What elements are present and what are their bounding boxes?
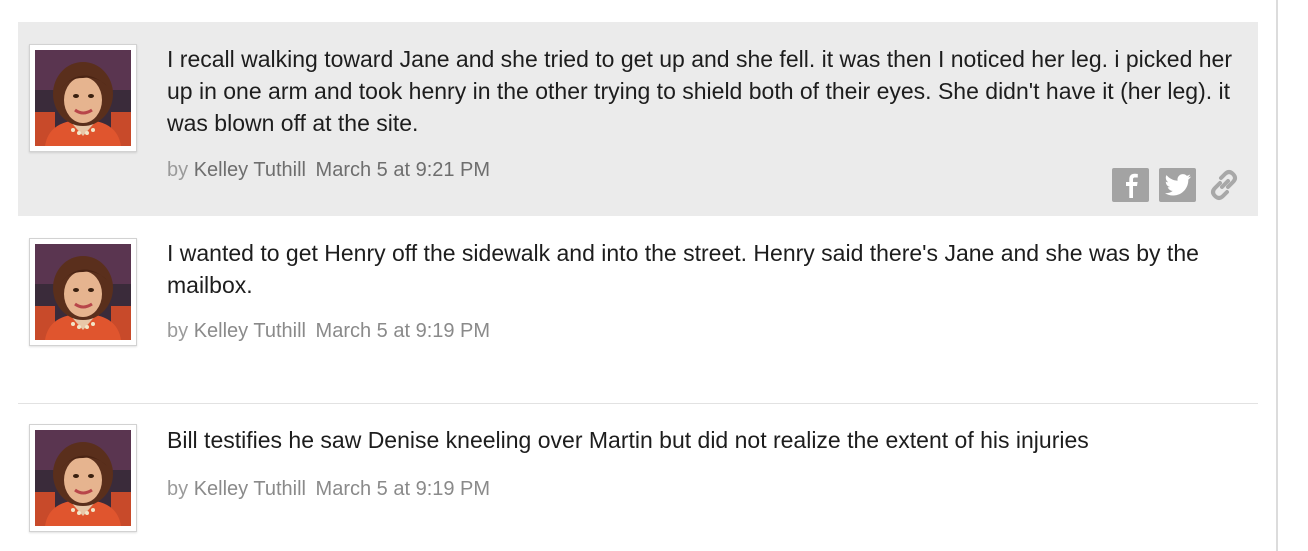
- author-avatar[interactable]: [29, 424, 137, 532]
- right-divider: [1276, 0, 1278, 551]
- post-text: I recall walking toward Jane and she tri…: [167, 46, 1233, 136]
- live-blog-feed: I recall walking toward Jane and she tri…: [0, 0, 1308, 551]
- author-name[interactable]: Kelley Tuthill: [194, 159, 306, 181]
- facebook-icon: [1125, 173, 1138, 198]
- author-photo: [35, 430, 131, 526]
- author-avatar[interactable]: [29, 44, 137, 152]
- post-timestamp: March 5 at 9:19 PM: [315, 320, 491, 342]
- author-name[interactable]: Kelley Tuthill: [194, 478, 306, 500]
- byline-prefix: by: [167, 478, 189, 500]
- author-name[interactable]: Kelley Tuthill: [194, 320, 306, 342]
- post-byline: by Kelley Tuthill March 5 at 9:19 PM: [167, 320, 490, 343]
- post-text: I wanted to get Henry off the sidewalk a…: [167, 240, 1199, 298]
- post-timestamp: March 5 at 9:21 PM: [315, 159, 491, 181]
- facebook-share-button[interactable]: [1112, 168, 1149, 202]
- blog-post: I recall walking toward Jane and she tri…: [18, 22, 1258, 216]
- post-byline: by Kelley Tuthill March 5 at 9:19 PM: [167, 478, 490, 501]
- author-photo: [35, 244, 131, 340]
- link-icon: [1211, 170, 1237, 200]
- twitter-icon: [1164, 174, 1191, 196]
- author-avatar[interactable]: [29, 238, 137, 346]
- blog-post: I wanted to get Henry off the sidewalk a…: [18, 216, 1258, 402]
- blog-post: Bill testifies he saw Denise kneeling ov…: [18, 403, 1258, 551]
- author-photo: [35, 50, 131, 146]
- copy-link-button[interactable]: [1206, 168, 1242, 202]
- post-timestamp: March 5 at 9:19 PM: [315, 478, 491, 500]
- share-buttons: [1112, 168, 1242, 202]
- post-text: Bill testifies he saw Denise kneeling ov…: [167, 427, 1089, 453]
- post-byline: by Kelley Tuthill March 5 at 9:21 PM: [167, 159, 490, 182]
- byline-prefix: by: [167, 159, 189, 181]
- byline-prefix: by: [167, 320, 189, 342]
- twitter-share-button[interactable]: [1159, 168, 1196, 202]
